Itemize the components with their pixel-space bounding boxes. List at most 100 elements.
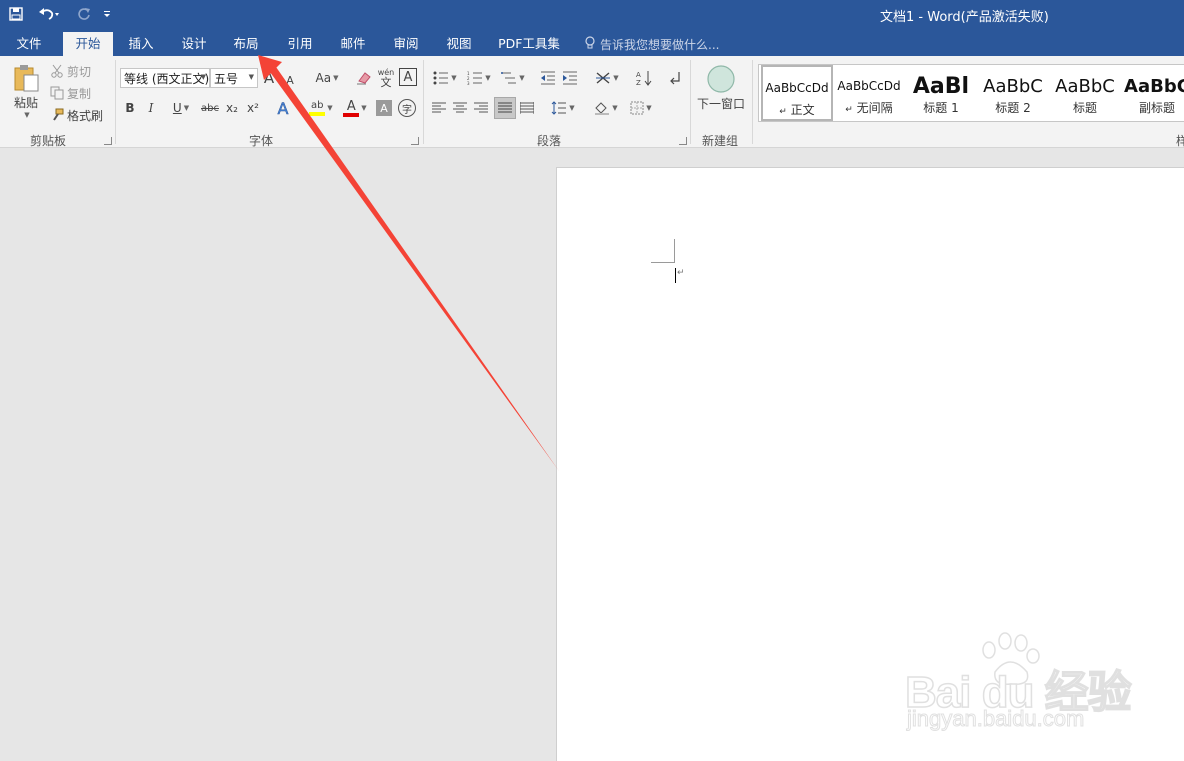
style-name: ↵ 无间隔 xyxy=(833,99,905,116)
tell-me-search[interactable]: 告诉我您想要做什么... xyxy=(585,35,719,53)
line-spacing-button[interactable]: ▼ xyxy=(548,98,578,118)
borders-icon xyxy=(630,101,644,115)
highlight-button[interactable]: ab ▼ xyxy=(306,96,336,120)
paste-icon[interactable] xyxy=(8,62,44,94)
copy-button[interactable]: 复制 xyxy=(50,84,96,102)
multilevel-list-button[interactable]: ▼ xyxy=(498,68,528,88)
numbering-icon: 123 xyxy=(467,71,483,85)
sort-icon[interactable]: AZ xyxy=(634,68,654,88)
style-preview: AaBbCcDd xyxy=(837,79,901,93)
tab-pdf-tools[interactable]: PDF工具集 xyxy=(492,32,566,56)
paste-dropdown-icon[interactable]: ▼ xyxy=(18,110,34,120)
show-marks-icon[interactable] xyxy=(666,68,684,88)
bold-button[interactable]: B xyxy=(122,98,138,118)
tab-view[interactable]: 视图 xyxy=(435,32,483,56)
ribbon-tabs: 文件 开始 插入 设计 布局 引用 邮件 审阅 视图 PDF工具集 告诉我您想要… xyxy=(0,30,1184,56)
ribbon-home: 粘贴 ▼ 剪切 复制 格式刷 剪贴板 等线 (西文正文) ▼ 五号 ▼ A A … xyxy=(0,56,1184,148)
tab-references[interactable]: 引用 xyxy=(276,32,324,56)
paragraph-launcher-icon[interactable] xyxy=(679,137,687,145)
clipboard-launcher-icon[interactable] xyxy=(104,137,112,145)
text-effects-button[interactable]: A xyxy=(274,98,292,118)
redo-icon[interactable] xyxy=(74,4,94,24)
undo-icon[interactable] xyxy=(34,4,64,24)
copy-icon xyxy=(50,86,64,100)
phonetic-bottom-label: 文 xyxy=(380,76,392,89)
style-heading-2[interactable]: AaBbC 标题 2 xyxy=(977,65,1049,121)
strikethrough-button[interactable]: abc xyxy=(199,98,221,118)
style-title[interactable]: AaBbC 标题 xyxy=(1049,65,1121,121)
paste-button[interactable]: 粘贴 xyxy=(6,94,46,110)
clear-formatting-icon[interactable] xyxy=(355,68,373,88)
shrink-font-button[interactable]: A xyxy=(283,70,297,90)
tab-mailings[interactable]: 邮件 xyxy=(329,32,377,56)
bullets-button[interactable]: ▼ xyxy=(430,68,460,88)
margin-corner-mark xyxy=(674,239,675,263)
style-no-spacing[interactable]: AaBbCcDd ↵ 无间隔 xyxy=(833,65,905,121)
borders-button[interactable]: ▼ xyxy=(626,98,656,118)
numbering-button[interactable]: 1 2 3 ▼ xyxy=(464,68,494,88)
italic-button[interactable]: I xyxy=(143,98,159,118)
font-size-value: 五号 xyxy=(214,71,239,86)
cut-label: 剪切 xyxy=(67,64,92,79)
align-right-icon[interactable] xyxy=(472,98,490,118)
style-name-label: 标题 1 xyxy=(923,101,959,115)
style-preview: AaBbCcDd xyxy=(765,81,829,95)
grow-font-button[interactable]: A xyxy=(262,68,276,88)
next-window-button[interactable]: 下一窗口 xyxy=(694,94,748,112)
tab-review[interactable]: 审阅 xyxy=(382,32,430,56)
font-color-swatch xyxy=(343,112,360,117)
align-left-icon[interactable] xyxy=(430,98,448,118)
underline-button[interactable]: U ▼ xyxy=(166,98,196,118)
tell-me-placeholder: 告诉我您想要做什么... xyxy=(600,37,720,52)
increase-indent-icon[interactable] xyxy=(560,68,580,88)
character-shading-button[interactable]: A xyxy=(376,100,392,116)
superscript-button[interactable]: x² xyxy=(244,98,262,118)
svg-text:Z: Z xyxy=(636,79,641,86)
align-center-icon[interactable] xyxy=(451,98,469,118)
tab-home[interactable]: 开始 xyxy=(63,32,113,56)
group-divider xyxy=(690,60,691,144)
shading-button[interactable]: ▼ xyxy=(590,98,622,118)
save-icon[interactable] xyxy=(6,4,26,24)
paint-bucket-icon xyxy=(594,101,610,115)
font-size-combo[interactable]: 五号 ▼ xyxy=(210,68,258,88)
decrease-indent-icon[interactable] xyxy=(538,68,558,88)
font-launcher-icon[interactable] xyxy=(411,137,419,145)
title-bar: 文档1 - Word(产品激活失败) xyxy=(0,0,1184,30)
style-normal[interactable]: AaBbCcDd ↵ 正文 xyxy=(761,65,833,121)
tab-design[interactable]: 设计 xyxy=(170,32,218,56)
style-name-label: 标题 2 xyxy=(995,101,1031,115)
font-color-button[interactable]: A ▼ xyxy=(340,96,370,120)
style-preview: AaBbC xyxy=(1055,75,1115,97)
highlight-swatch xyxy=(309,112,326,116)
customize-qat-icon[interactable] xyxy=(100,4,114,24)
multilevel-list-icon xyxy=(501,71,517,85)
tab-insert[interactable]: 插入 xyxy=(117,32,165,56)
chevron-down-icon: ▼ xyxy=(200,73,206,81)
distributed-icon[interactable] xyxy=(518,98,536,118)
style-heading-1[interactable]: AaBl 标题 1 xyxy=(905,65,977,121)
format-painter-button[interactable]: 格式刷 xyxy=(50,106,108,124)
clipboard-group-label: 剪贴板 xyxy=(30,134,67,148)
copy-label: 复制 xyxy=(67,86,92,101)
cut-button[interactable]: 剪切 xyxy=(50,62,96,80)
phonetic-guide-button[interactable]: wén 文 xyxy=(377,66,395,90)
styles-gallery: AaBbCcDd ↵ 正文 AaBbCcDd ↵ 无间隔 AaBl 标题 1 A… xyxy=(758,64,1184,122)
style-subtitle[interactable]: AaBbC 副标题 xyxy=(1121,65,1184,121)
character-border-button[interactable]: A xyxy=(399,68,417,86)
subscript-button[interactable]: x₂ xyxy=(223,98,241,118)
style-preview: AaBbC xyxy=(983,75,1043,97)
font-name-combo[interactable]: 等线 (西文正文) ▼ xyxy=(120,68,210,88)
justify-icon[interactable] xyxy=(494,97,516,119)
tab-file[interactable]: 文件 xyxy=(4,32,54,56)
styles-group-label: 样 xyxy=(1176,134,1184,148)
chinese-layout-button[interactable]: ▼ xyxy=(592,68,622,88)
next-window-icon[interactable] xyxy=(705,64,737,94)
chinese-layout-icon xyxy=(595,71,611,85)
enclose-characters-button[interactable]: 字 xyxy=(398,99,416,117)
change-case-button[interactable]: Aa ▼ xyxy=(312,68,342,88)
tab-layout[interactable]: 布局 xyxy=(222,32,270,56)
paragraph-mark: ↵ xyxy=(845,105,853,115)
paragraph-mark: ↵ xyxy=(677,268,685,278)
svg-text:3: 3 xyxy=(467,81,470,85)
